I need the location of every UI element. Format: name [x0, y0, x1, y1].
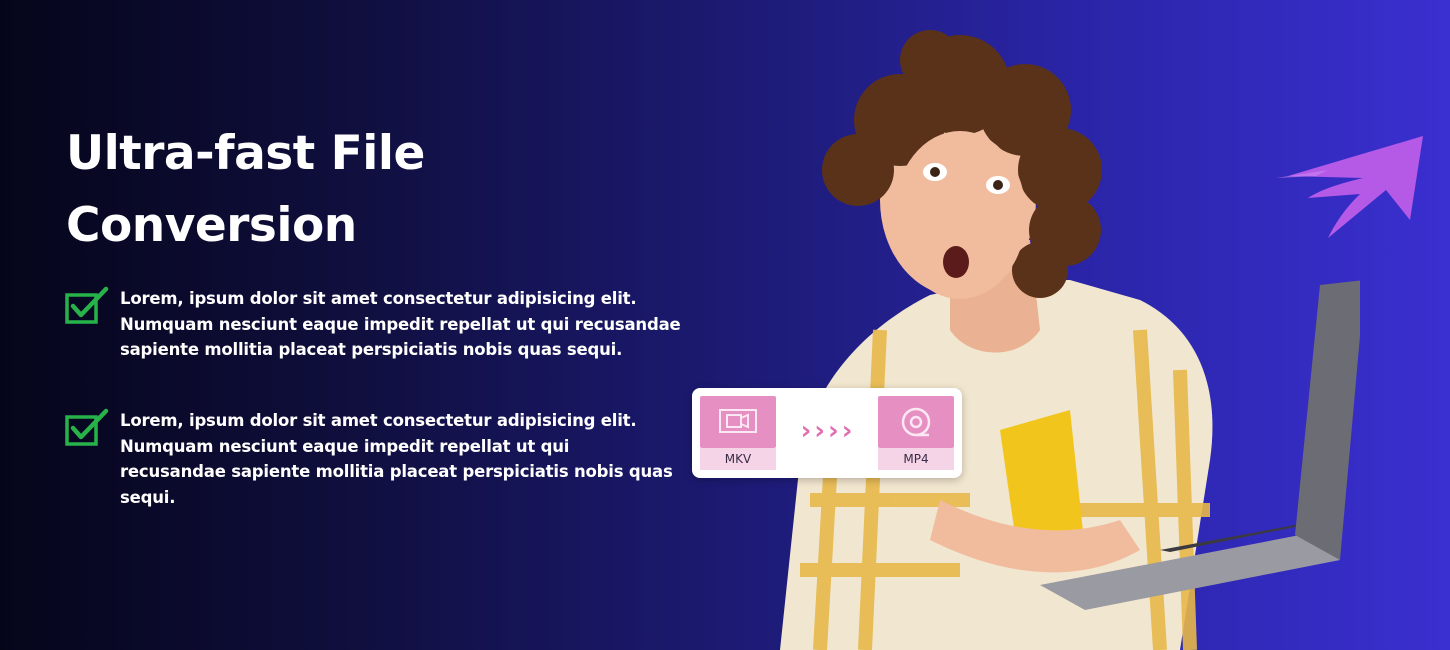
hero-person-image	[780, 30, 1360, 650]
check-icon	[65, 286, 109, 324]
page-title: Ultra-fast File Conversion	[66, 126, 425, 253]
feature-text: Lorem, ipsum dolor sit amet consectetur …	[120, 411, 673, 507]
arrow-decoration-icon	[1276, 136, 1423, 238]
feature-item: Lorem, ipsum dolor sit amet consectetur …	[64, 286, 734, 363]
chevrons-icon: ››››	[800, 416, 856, 446]
source-format: MKV	[700, 396, 776, 470]
source-format-label: MKV	[700, 448, 776, 470]
disc-icon	[901, 407, 931, 437]
video-file-icon	[719, 409, 757, 433]
conversion-card: MKV ›››› MP4	[692, 388, 962, 478]
check-icon	[65, 408, 109, 446]
feature-item: Lorem, ipsum dolor sit amet consectetur …	[64, 408, 684, 510]
target-format-label: MP4	[878, 448, 954, 470]
feature-text: Lorem, ipsum dolor sit amet consectetur …	[120, 289, 681, 359]
target-format: MP4	[878, 396, 954, 470]
